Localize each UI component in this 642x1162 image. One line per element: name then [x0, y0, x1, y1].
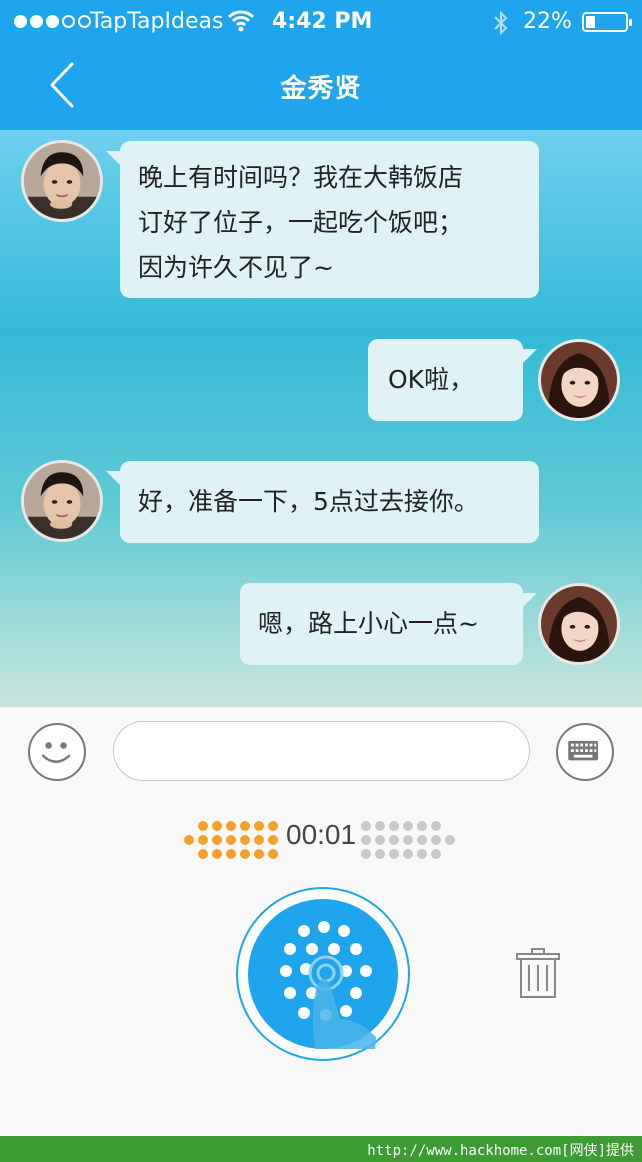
meter-dot: [403, 835, 413, 845]
meter-dot: [361, 835, 371, 845]
message-text: OK啦，: [388, 365, 475, 394]
record-button[interactable]: [236, 887, 410, 1069]
message-bubble[interactable]: 嗯，路上小心一点~: [240, 583, 537, 665]
wifi-icon: [228, 10, 254, 32]
meter-dot: [254, 821, 264, 831]
avatar-self[interactable]: [538, 583, 620, 665]
meter-dot: [212, 821, 222, 831]
message-text: 因为许久不见了~: [138, 253, 334, 282]
meter-dot: [361, 849, 371, 859]
meter-dot: [240, 849, 250, 859]
battery-icon: [582, 12, 632, 32]
meter-dot: [226, 835, 236, 845]
message-bubble[interactable]: OK啦，: [368, 339, 537, 421]
message-bubble[interactable]: 好，准备一下，5点过去接你。: [106, 461, 539, 543]
meter-dot: [226, 849, 236, 859]
message-input[interactable]: [113, 721, 530, 781]
status-bar: TapTapIdeas 4:42 PM 22%: [0, 0, 642, 44]
emoji-button[interactable]: [28, 723, 86, 781]
keyboard-icon: [568, 740, 599, 761]
microphone-dots-icon: [248, 899, 398, 1069]
meter-dot: [445, 835, 455, 845]
meter-dot: [417, 835, 427, 845]
meter-dot: [268, 849, 278, 859]
input-panel: 00:01: [0, 706, 642, 1136]
watermark-text: http://www.hackhome.com[网侠]提供: [367, 1143, 634, 1159]
meter-dot: [389, 835, 399, 845]
top-bar: TapTapIdeas 4:42 PM 22% 金秀贤: [0, 0, 642, 130]
meter-dot: [403, 849, 413, 859]
meter-dot: [198, 821, 208, 831]
meter-dot: [431, 835, 441, 845]
trash-icon[interactable]: [515, 947, 561, 999]
meter-dot: [268, 821, 278, 831]
meter-dot: [198, 835, 208, 845]
meter-dot: [375, 849, 385, 859]
meter-dot: [403, 821, 413, 831]
meter-dot: [240, 835, 250, 845]
meter-dot: [361, 821, 371, 831]
meter-dot: [240, 821, 250, 831]
meter-dot: [184, 835, 194, 845]
meter-dot: [212, 849, 222, 859]
avatar-contact[interactable]: [21, 140, 103, 222]
carrier-name: TapTapIdeas: [90, 9, 224, 34]
message-text: 晚上有时间吗？我在大韩饭店: [138, 163, 464, 192]
page-title: 金秀贤: [280, 74, 362, 104]
meter-dot: [375, 821, 385, 831]
signal-strength-icon: [14, 15, 91, 28]
chat-area[interactable]: 晚上有时间吗？我在大韩饭店 订好了位子，一起吃个饭吧； 因为许久不见了~ OK啦…: [0, 130, 642, 706]
keyboard-button[interactable]: [556, 723, 614, 781]
avatar-self[interactable]: [538, 339, 620, 421]
meter-dot: [389, 821, 399, 831]
meter-dot: [431, 821, 441, 831]
record-timer: 00:01: [286, 819, 357, 850]
meter-dot: [375, 835, 385, 845]
avatar-contact[interactable]: [21, 460, 103, 542]
message-text: 好，准备一下，5点过去接你。: [138, 487, 479, 516]
meter-dot: [226, 821, 236, 831]
message-bubble[interactable]: 晚上有时间吗？我在大韩饭店 订好了位子，一起吃个饭吧； 因为许久不见了~: [106, 141, 539, 298]
status-time: 4:42 PM: [272, 9, 373, 34]
watermark-bar: http://www.hackhome.com[网侠]提供: [0, 1136, 642, 1162]
meter-dot: [268, 835, 278, 845]
meter-dot: [198, 849, 208, 859]
meter-dot: [254, 849, 264, 859]
battery-percent: 22%: [523, 9, 572, 34]
message-text: 嗯，路上小心一点~: [258, 609, 479, 638]
message-text: 订好了位子，一起吃个饭吧；: [138, 208, 464, 237]
meter-dot: [417, 821, 427, 831]
meter-dot: [389, 849, 399, 859]
bluetooth-icon: [494, 10, 508, 36]
voice-level-meter-left: [184, 821, 278, 859]
meter-dot: [254, 835, 264, 845]
meter-dot: [431, 849, 441, 859]
voice-level-meter-right: [361, 821, 455, 859]
smiley-icon: [41, 742, 71, 763]
meter-dot: [417, 849, 427, 859]
meter-dot: [212, 835, 222, 845]
